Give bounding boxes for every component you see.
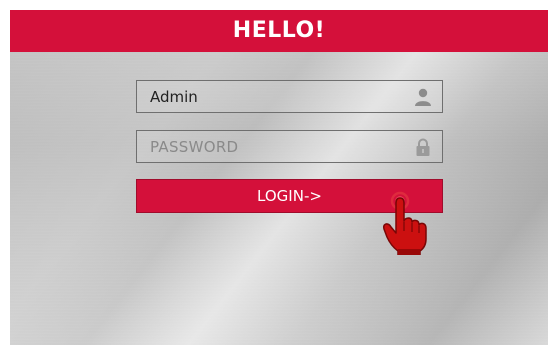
password-field[interactable]: PASSWORD <box>136 130 443 163</box>
pointing-hand-icon <box>383 191 427 255</box>
username-value: Admin <box>150 87 198 106</box>
page-title: HELLO! <box>10 10 548 52</box>
lock-icon <box>416 138 430 156</box>
login-panel: HELLO! Admin PASSWORD LOGIN-> <box>10 10 548 345</box>
user-icon <box>415 88 431 106</box>
username-field[interactable]: Admin <box>136 80 443 113</box>
password-placeholder: PASSWORD <box>150 137 239 156</box>
